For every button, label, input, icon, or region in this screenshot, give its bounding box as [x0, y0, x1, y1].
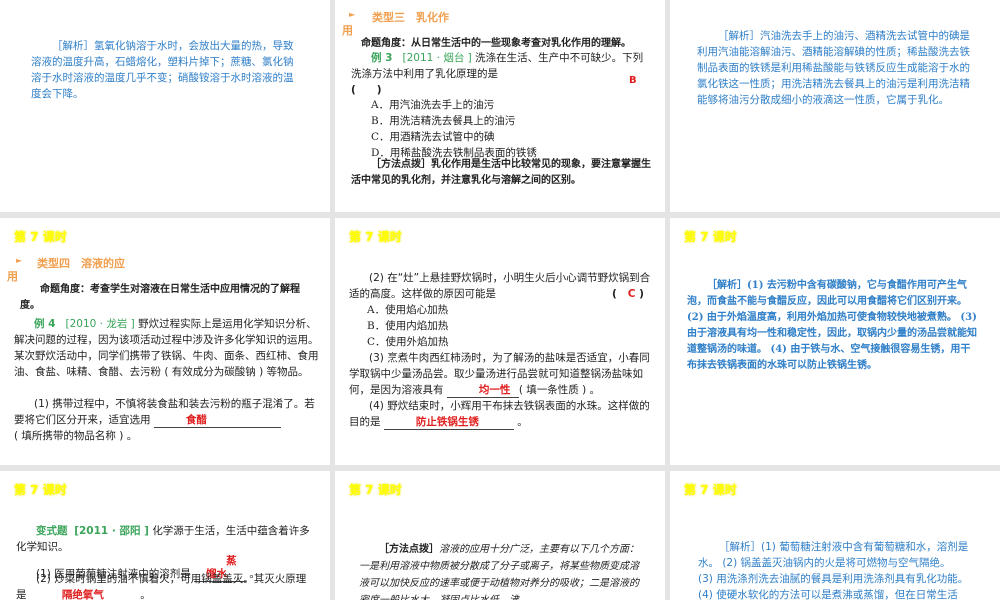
type-title: 类型四 溶液的应 [37, 257, 125, 270]
lesson-title: 第 7 课时 [14, 230, 67, 244]
analysis-line-3: (3) 用洗涤剂洗去油腻的餐具是利用洗涤剂具有乳化功能。 [698, 573, 969, 585]
sub-question-4: (4) 野炊结束时，小辉用干布抹去铁锅表面的水珠。这样做的目的是 防止铁锅生锈 … [349, 398, 651, 430]
example-question: 例 4 [2010 · 龙岩 ] 野炊过程实际上是运用化学知识分析、解决问题的过… [14, 316, 320, 380]
method-tip: ［方法点拨］溶液的应用十分广泛，主要有以下几个方面：一是利用溶液中物质被分散成了… [359, 541, 641, 600]
question-text: 野炊过程实际上是运用化学知识分析、解决问题的过程，因为该项活动过程中涉及许多化学… [14, 318, 319, 378]
slide-5: 第 7 课时 (2) 在“灶”上悬挂野炊锅时，小明生火后小心调节野炊锅到合适的高… [335, 218, 665, 465]
paren-open: ( [612, 288, 617, 300]
slide-7: 第 7 课时 变式题 [2011 · 邵阳 ] 化学源于生活，生活中蕴含着许多化… [0, 471, 330, 600]
sub-question-3-tail: ( 填一条性质 ) 。 [518, 384, 601, 396]
method-label: ［方法点拨］ [379, 544, 439, 555]
paren-close: ) [639, 288, 644, 300]
sub-question-2: (2) 炒菜时锅里的油不慎着火，可用锅盖盖灭。其灭火原理是 隔绝氧气 。 [16, 571, 316, 600]
answer: B [629, 75, 637, 86]
answer-paren: ( ) [351, 84, 382, 96]
method-label: ［方法点拨］ [371, 159, 431, 170]
lesson-title: 第 7 课时 [684, 230, 737, 244]
analysis-text: ［解析］氢氧化钠溶于水时，会放出大量的热，导致溶液的温度升高，石蜡熔化，塑料片掉… [31, 40, 294, 100]
example-label: 例 4 [34, 318, 56, 330]
answer-2: C [627, 288, 636, 300]
sub-question-2-tail: 。 [140, 589, 151, 600]
variant-source: [2011 · 邵阳 ] [74, 525, 149, 537]
answer-4: 防止铁锅生锈 [415, 416, 479, 428]
analysis-text: ［解析］汽油洗去手上的油污、酒精洗去试管中的碘是利用汽油能溶解油污、酒精能溶解碘… [697, 30, 970, 106]
sub-question-2-text: (2) 在“灶”上悬挂野炊锅时，小明生火后小心调节野炊锅到合适的高度。这样做的原… [349, 272, 651, 300]
type-title-wrap: 用 [7, 270, 18, 283]
slide-6: 第 7 课时 ［解析］(1) 去污粉中含有碳酸钠，它与食醋作用可产生气泡，而食盐… [670, 218, 1000, 465]
example-source: [2011 · 烟台 ] [402, 52, 472, 64]
answer-blank-3: 均一性 [446, 384, 519, 398]
lesson-title: 第 7 课时 [14, 483, 67, 497]
slide-1: ［解析］氢氧化钠溶于水时，会放出大量的热，导致溶液的温度升高，石蜡熔化，塑料片掉… [0, 0, 330, 212]
answer-3: 均一性 [478, 384, 511, 396]
option-b: B．使用内焰加热 [367, 320, 449, 332]
slide-8: 第 7 课时 ［方法点拨］溶液的应用十分广泛，主要有以下几个方面：一是利用溶液中… [335, 471, 665, 600]
slide-9: 第 7 课时 ［解析］(1) 葡萄糖注射液中含有葡萄糖和水，溶剂是水。 (2) … [670, 471, 1000, 600]
answer-paren: ( C ) [612, 286, 644, 302]
arrow-icon: ► [16, 256, 23, 265]
variant-question: 变式题 [2011 · 邵阳 ] 化学源于生活，生活中蕴含着许多化学知识。 [16, 523, 316, 555]
options-list: A．用汽油洗去手上的油污 B．用洗洁精洗去餐具上的油污 C．用酒精洗去试管中的碘… [349, 97, 649, 161]
analysis-line-4: (4) 使硬水软化的方法可以是煮沸或蒸馏，但在日常生活 [698, 589, 958, 600]
slide-4: 第 7 课时 ► 类型四 溶液的应 用 命题角度：考查学生对溶液在日常生活中应用… [0, 218, 330, 465]
answer-blank-1: 食醋 [153, 414, 281, 428]
sub-question-1: (1) 携带过程中，不慎将装食盐和装去污粉的瓶子混淆了。若要将它们区分开来，适宜… [14, 396, 320, 444]
analysis-text: ［解析］(1) 葡萄糖注射液中含有葡萄糖和水，溶剂是水。 (2) 锅盖盖灭油锅内… [698, 541, 969, 569]
sub-question-1-tail: ( 填所携带的物品名称 ) 。 [14, 430, 138, 442]
lesson-title: 第 7 课时 [349, 483, 402, 497]
option-a: A．使用焰心加热 [367, 304, 449, 316]
question-text: 洗涤在生活、生产中不可缺少。下列洗涤方法中利用了乳化原理的是 [351, 52, 644, 80]
answer-blank-4: 防止铁锅生锈 [383, 416, 514, 430]
answer-2: 隔绝氧气 [61, 589, 104, 600]
question-angle: 命题角度：考查学生对溶液在日常生活中应用情况的了解程度。 [20, 284, 300, 311]
lesson-title: 第 7 课时 [349, 230, 402, 244]
sub-question-3: (3) 烹煮牛肉西红柿汤时，为了解汤的盐味是否适宜，小春同学取锅中少量汤品尝。取… [349, 350, 651, 398]
sub-question-2: (2) 在“灶”上悬挂野炊锅时，小明生火后小心调节野炊锅到合适的高度。这样做的原… [349, 270, 651, 302]
example-label: 例 3 [371, 52, 393, 64]
analysis-text: ［解析］(1) 去污粉中含有碳酸钠，它与食醋作用可产生气泡，而食盐不能与食醋反应… [687, 280, 977, 371]
slide-3: ［解析］汽油洗去手上的油污、酒精洗去试管中的碘是利用汽油能溶解油污、酒精能溶解碘… [670, 0, 1000, 212]
slide-2: ► 类型三 乳化作 用 命题角度：从日常生活中的一些现象考查对乳化作用的理解。 … [335, 0, 665, 212]
example-question: 例 3 [2011 · 烟台 ] 洗涤在生活、生产中不可缺少。下列洗涤方法中利用… [351, 50, 651, 82]
answer-blank-2: 隔绝氧气 [30, 589, 137, 600]
option-c: C．用酒精洗去试管中的碘 [371, 131, 495, 143]
type-title-wrap: 用 [342, 24, 353, 37]
type-title: 类型三 乳化作 [372, 11, 449, 24]
options-list: A．使用焰心加热 B．使用内焰加热 C．使用外焰加热 [345, 302, 645, 350]
arrow-icon: ► [349, 10, 356, 19]
sub-question-4-tail: 。 [517, 416, 528, 428]
variant-label: 变式题 [36, 525, 68, 537]
option-a: A．用汽油洗去手上的油污 [371, 99, 495, 111]
example-source: [2010 · 龙岩 ] [65, 318, 135, 330]
answer-1: 食醋 [185, 414, 207, 426]
option-c: C．使用外焰加热 [367, 336, 449, 348]
lesson-title: 第 7 课时 [684, 483, 737, 497]
method-tip: ［方法点拨］乳化作用是生活中比较常见的现象，要注意掌握生活中常见的乳化剂，并注意… [351, 157, 651, 189]
option-b: B．用洗洁精洗去餐具上的油污 [371, 115, 516, 127]
